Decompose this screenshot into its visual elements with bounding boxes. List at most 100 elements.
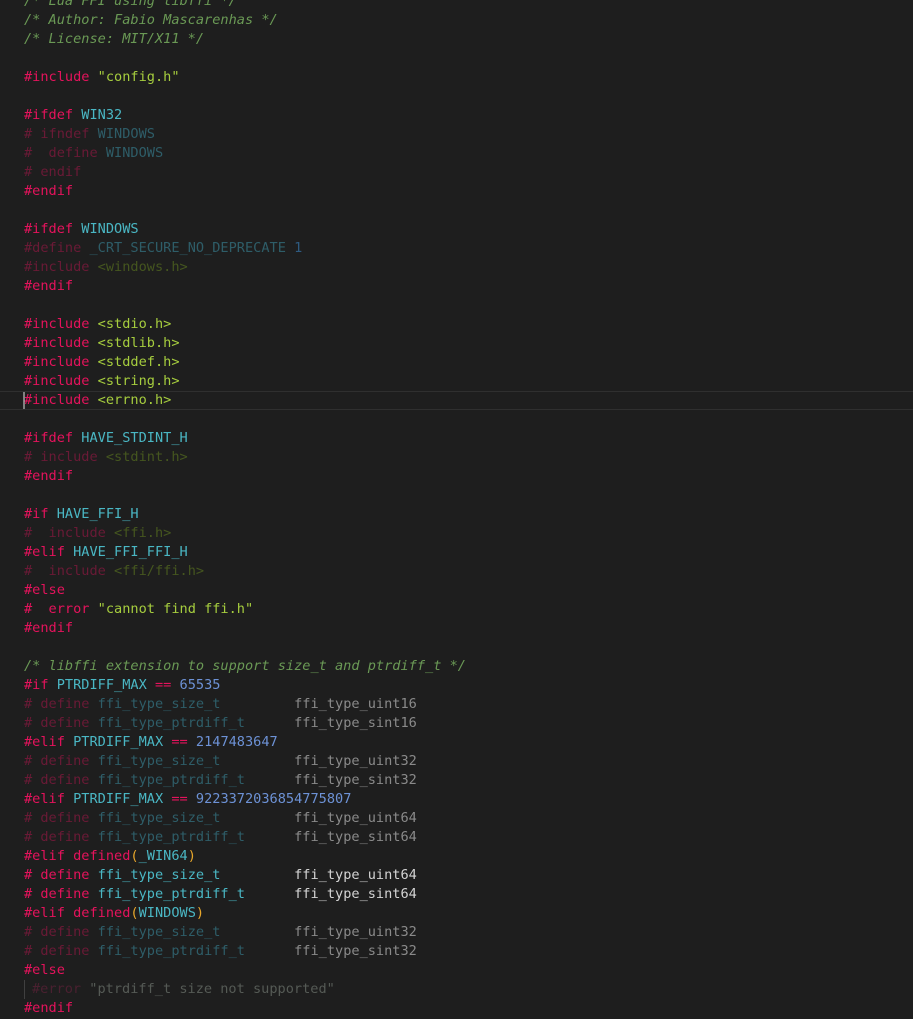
code-token: <ffi/ffi.h>	[114, 563, 205, 579]
code-line[interactable]: #else	[24, 581, 913, 600]
code-line[interactable]: /* Lua FFI using libffi */	[24, 0, 913, 11]
code-token: WINDOWS	[97, 126, 155, 142]
code-line[interactable]: #include "config.h"	[24, 68, 913, 87]
code-token: # define	[24, 886, 98, 902]
code-line[interactable]: #endif	[24, 277, 913, 296]
code-line[interactable]: #endif	[24, 999, 913, 1018]
code-token: ffi_type_ptrdiff_t	[97, 829, 295, 845]
code-token: #include	[24, 373, 98, 389]
code-line[interactable]: #ifdef WIN32	[24, 106, 913, 125]
code-token: #elif	[24, 791, 74, 807]
code-token: 9223372036854775807	[195, 791, 352, 807]
code-token: # error	[24, 601, 98, 617]
code-token: ffi_type_uint32	[294, 753, 417, 769]
code-line-current[interactable]: #include <errno.h>	[0, 391, 913, 410]
code-token: /* Author: Fabio Mascarenhas */	[24, 12, 278, 28]
code-line[interactable]: # define ffi_type_ptrdiff_t ffi_type_sin…	[24, 942, 913, 961]
code-line[interactable]: # define WINDOWS	[24, 144, 913, 163]
code-line[interactable]: ​	[24, 87, 913, 106]
code-token: ffi_type_sint32	[294, 943, 417, 959]
code-line[interactable]: # include <ffi.h>	[24, 524, 913, 543]
code-token: /* libffi extension to support size_t an…	[24, 658, 466, 674]
code-token: <stdint.h>	[105, 449, 188, 465]
code-token: /* License: MIT/X11 */	[24, 31, 205, 47]
code-line[interactable]: ​	[24, 201, 913, 220]
code-token: #include	[24, 259, 98, 275]
code-token: # define	[24, 924, 98, 940]
code-token: # ifndef	[24, 126, 98, 142]
code-token: # endif	[24, 164, 82, 180]
code-line[interactable]: #else	[24, 961, 913, 980]
code-line[interactable]: #if HAVE_FFI_H	[24, 505, 913, 524]
code-line[interactable]: #include <windows.h>	[24, 258, 913, 277]
code-line[interactable]: #endif	[24, 182, 913, 201]
code-editor[interactable]: /* Lua FFI using libffi */ /* Author: Fab…	[0, 0, 913, 1019]
code-line[interactable]: ​	[24, 638, 913, 657]
code-line[interactable]: # error "cannot find ffi.h"	[24, 600, 913, 619]
code-line[interactable]: /* License: MIT/X11 */	[24, 30, 913, 49]
code-line[interactable]: # define ffi_type_size_t ffi_type_uint64	[24, 866, 913, 885]
code-token: # define	[24, 696, 98, 712]
code-token: ffi_type_ptrdiff_t	[97, 886, 295, 902]
code-line[interactable]: #ifdef WINDOWS	[24, 220, 913, 239]
code-line[interactable]: #elif defined(WINDOWS)	[24, 904, 913, 923]
code-token: <stdio.h>	[97, 316, 172, 332]
code-token: # define	[24, 753, 98, 769]
code-token: #elif	[24, 544, 74, 560]
code-token: #endif	[24, 468, 74, 484]
code-line[interactable]: # ifndef WINDOWS	[24, 125, 913, 144]
code-token: #include	[24, 316, 98, 332]
code-line[interactable]: #endif	[24, 467, 913, 486]
code-token: #if	[24, 677, 57, 693]
code-line[interactable]: #include <string.h>	[24, 372, 913, 391]
code-line[interactable]: ​	[24, 486, 913, 505]
code-token: WINDOWS	[138, 905, 196, 921]
code-line[interactable]: #error "ptrdiff_t size not supported"	[24, 980, 913, 999]
code-line[interactable]: # define ffi_type_size_t ffi_type_uint64	[24, 809, 913, 828]
code-line[interactable]: ​	[24, 49, 913, 68]
code-token: WINDOWS	[105, 145, 164, 161]
code-line[interactable]: #elif PTRDIFF_MAX == 9223372036854775807	[24, 790, 913, 809]
code-line[interactable]: # define ffi_type_size_t ffi_type_uint32	[24, 923, 913, 942]
code-token: ffi_type_ptrdiff_t	[97, 715, 295, 731]
code-line[interactable]: #elif defined(_WIN64)	[24, 847, 913, 866]
code-line[interactable]: #if PTRDIFF_MAX == 65535	[24, 676, 913, 695]
code-token: (	[130, 905, 139, 921]
code-token: # define	[24, 810, 98, 826]
code-line[interactable]: # define ffi_type_ptrdiff_t ffi_type_sin…	[24, 714, 913, 733]
code-line[interactable]: # define ffi_type_ptrdiff_t ffi_type_sin…	[24, 828, 913, 847]
code-lines[interactable]: /* Lua FFI using libffi */ /* Author: Fab…	[0, 0, 913, 1018]
code-line[interactable]: #define _CRT_SECURE_NO_DEPRECATE 1	[24, 239, 913, 258]
code-line[interactable]: # define ffi_type_size_t ffi_type_uint16	[24, 695, 913, 714]
code-token: ffi_type_size_t	[97, 753, 295, 769]
code-line[interactable]: # endif	[24, 163, 913, 182]
code-token: ==	[171, 791, 196, 807]
code-line[interactable]: #include <stddef.h>	[24, 353, 913, 372]
code-line[interactable]: ​	[24, 410, 913, 429]
code-line[interactable]: # include <stdint.h>	[24, 448, 913, 467]
code-token: "config.h"	[97, 69, 180, 85]
code-token: (	[130, 848, 139, 864]
code-line[interactable]: ​	[24, 296, 913, 315]
code-token: )	[195, 905, 205, 921]
code-token: HAVE_FFI_H	[56, 506, 139, 522]
code-token: "ptrdiff_t size not supported"	[89, 981, 335, 997]
code-token: # define	[24, 829, 98, 845]
code-line[interactable]: #endif	[24, 619, 913, 638]
code-token: ffi_type_sint16	[294, 715, 417, 731]
code-line[interactable]: # include <ffi/ffi.h>	[24, 562, 913, 581]
code-line[interactable]: # define ffi_type_ptrdiff_t ffi_type_sin…	[24, 771, 913, 790]
code-token: <stdlib.h>	[97, 335, 180, 351]
code-line[interactable]: # define ffi_type_ptrdiff_t ffi_type_sin…	[24, 885, 913, 904]
code-token: WINDOWS	[81, 221, 139, 237]
code-line[interactable]: #elif PTRDIFF_MAX == 2147483647	[24, 733, 913, 752]
code-line[interactable]: #include <stdio.h>	[24, 315, 913, 334]
code-token: # define	[24, 943, 98, 959]
code-token: # include	[24, 525, 115, 541]
code-line[interactable]: #elif HAVE_FFI_FFI_H	[24, 543, 913, 562]
code-line[interactable]: #include <stdlib.h>	[24, 334, 913, 353]
code-line[interactable]: /* libffi extension to support size_t an…	[24, 657, 913, 676]
code-line[interactable]: # define ffi_type_size_t ffi_type_uint32	[24, 752, 913, 771]
code-line[interactable]: #ifdef HAVE_STDINT_H	[24, 429, 913, 448]
code-line[interactable]: /* Author: Fabio Mascarenhas */	[24, 11, 913, 30]
